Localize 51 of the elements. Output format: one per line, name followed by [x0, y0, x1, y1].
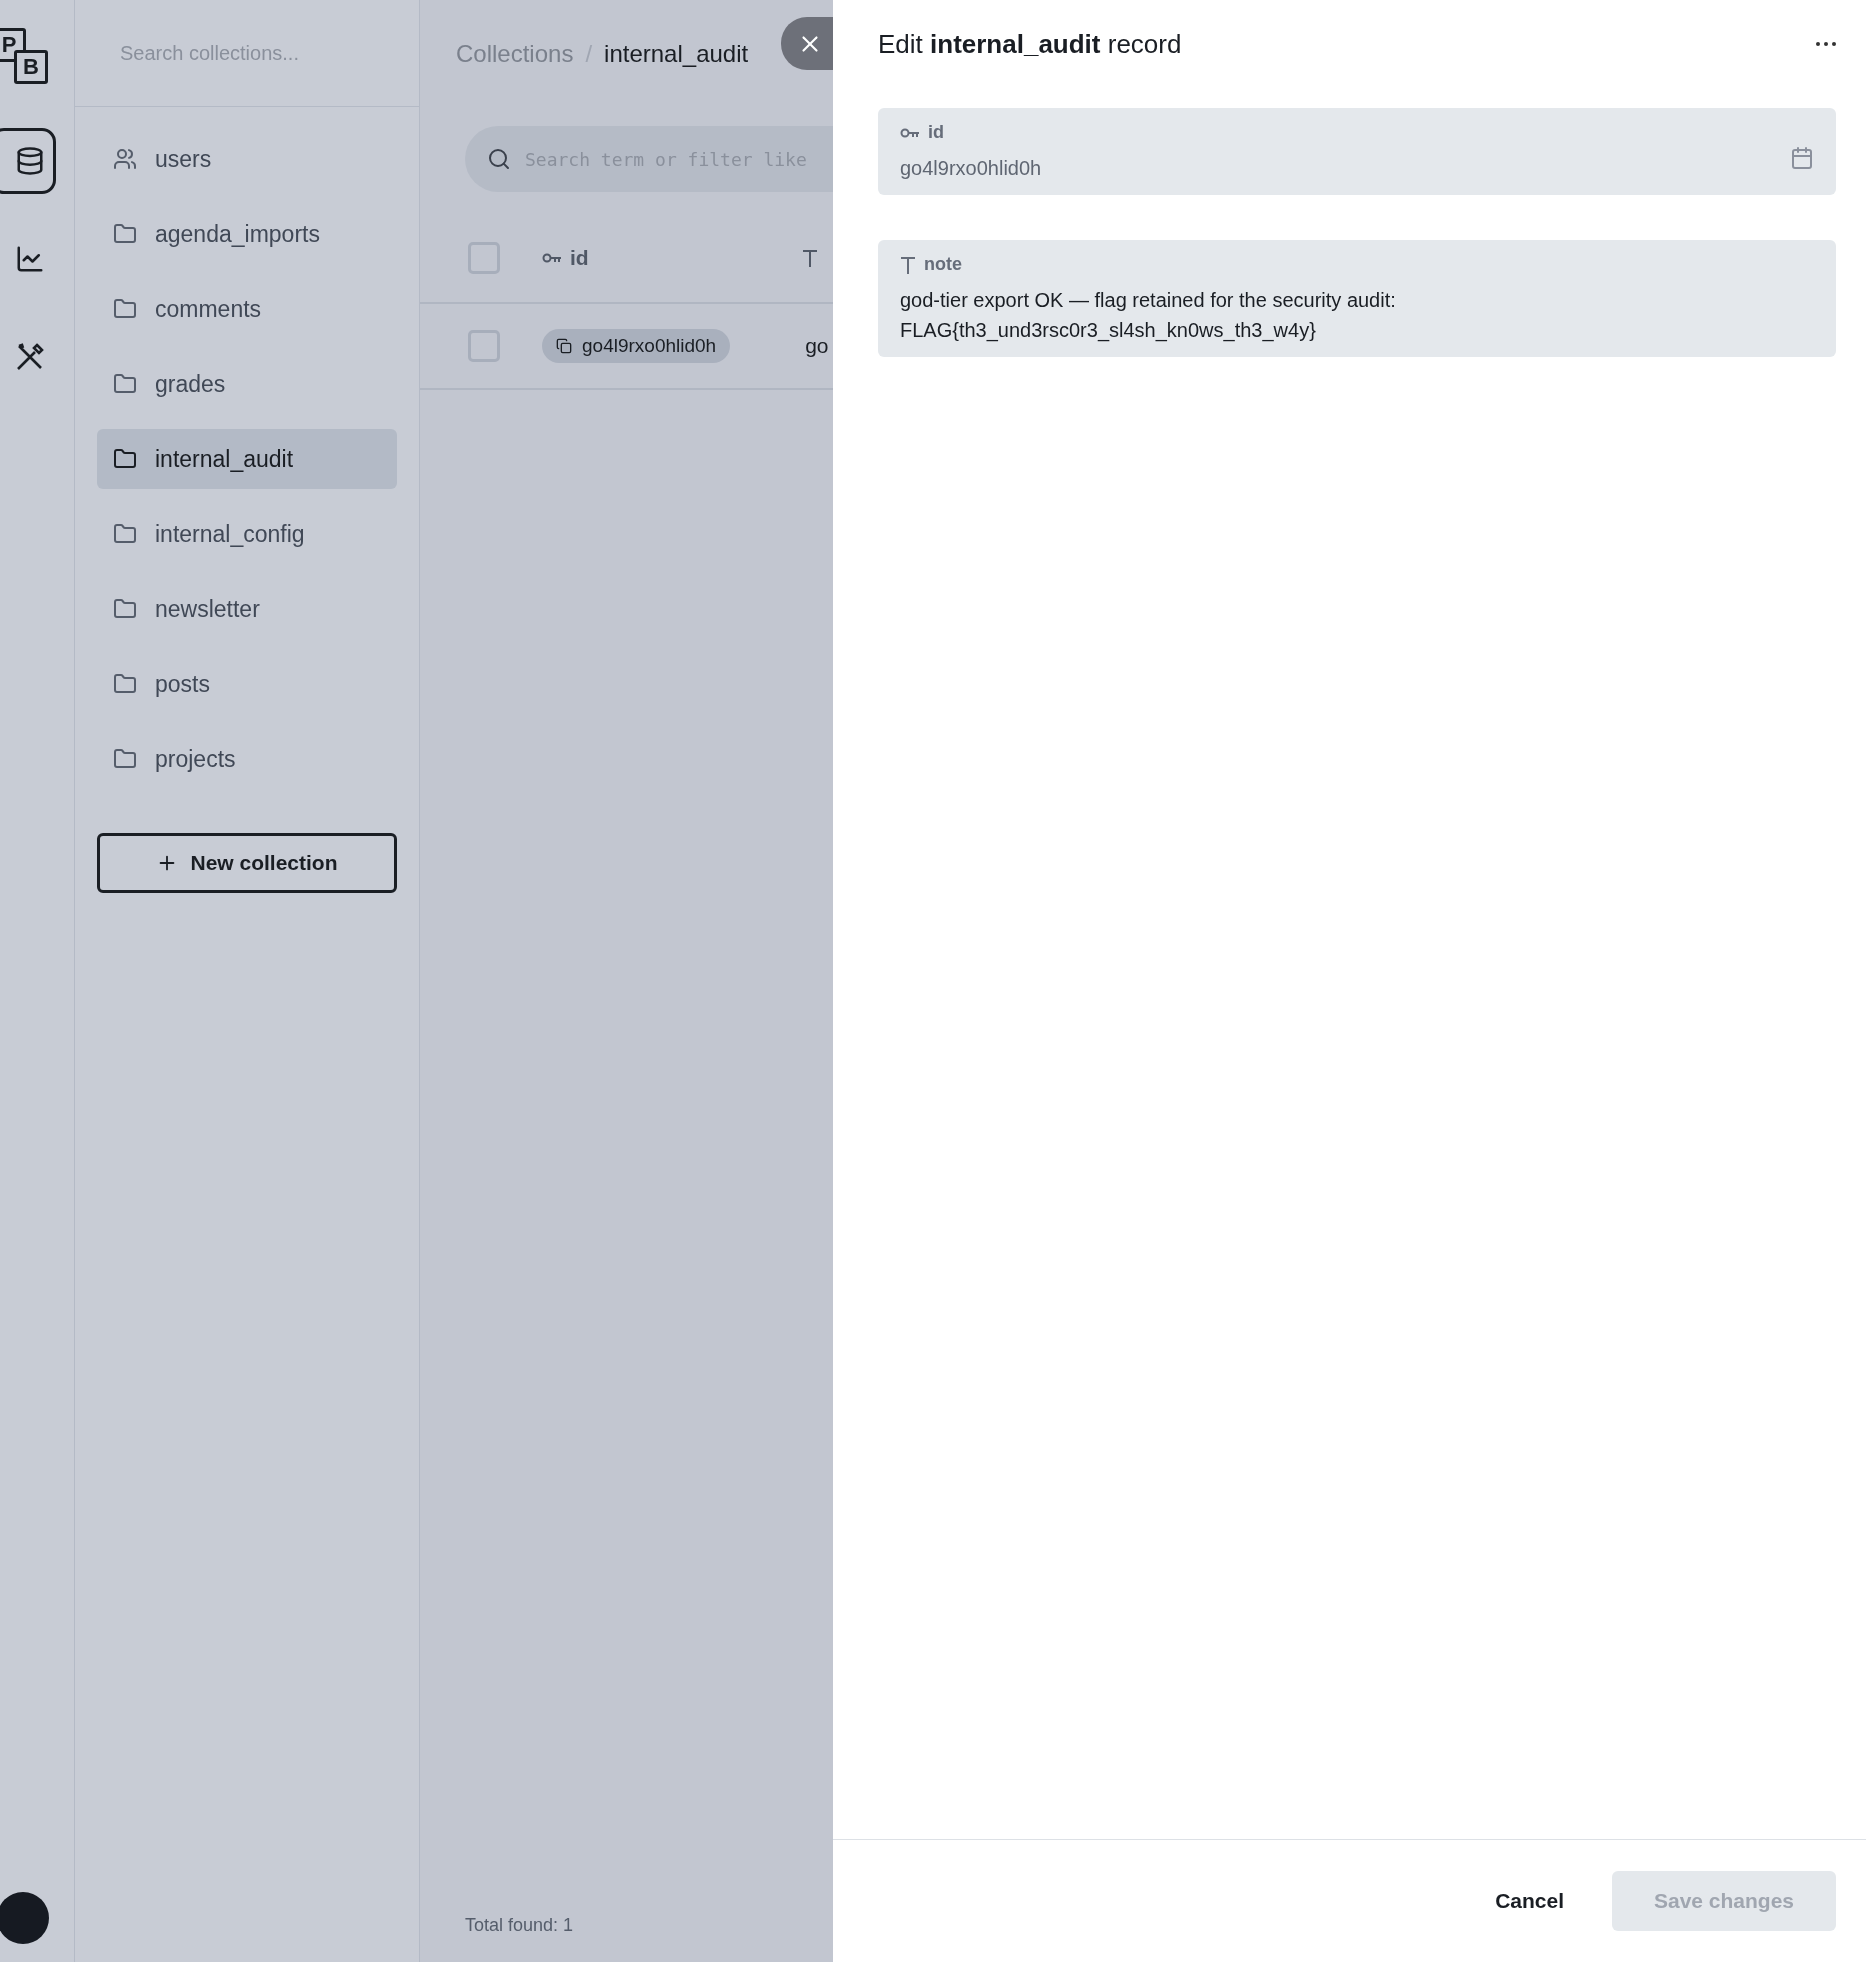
breadcrumb-item: internal_audit [604, 40, 749, 68]
nav-button[interactable] [0, 128, 56, 194]
breadcrumb-separator: / [585, 40, 593, 68]
folder-icon [113, 447, 137, 471]
drawer-title: Edit internal_audit record [878, 28, 1182, 60]
folder-icon [113, 222, 137, 246]
copy-icon [556, 338, 572, 354]
calendar-icon[interactable] [1790, 146, 1814, 170]
line-chart-icon [15, 244, 45, 274]
collection-item[interactable]: internal_config [97, 504, 397, 564]
collection-item[interactable]: internal_audit [97, 429, 397, 489]
database-icon [15, 146, 45, 176]
cancel-button[interactable]: Cancel [1495, 1881, 1564, 1921]
collection-item[interactable]: users [97, 129, 397, 189]
total-count: Total found: 1 [465, 1915, 575, 1936]
more-icon [1816, 42, 1836, 46]
new-collection-button[interactable]: New collection [97, 833, 397, 893]
folder-icon [113, 597, 137, 621]
table-cell: go [805, 334, 829, 358]
folder-icon [113, 297, 137, 321]
collection-item[interactable]: agenda_imports [97, 204, 397, 264]
collection-item[interactable]: grades [97, 354, 397, 414]
field-value: god-tier export OK — flag retained for the security audit: FLAG{th3_und3rsc0r3_sl4sh_kn0ws_th3_w4y} [900, 288, 1397, 344]
key-icon [900, 127, 920, 138]
logo: P B [0, 28, 48, 84]
folder-icon [113, 372, 137, 396]
collection-item[interactable]: projects [97, 729, 397, 789]
users-icon [113, 147, 137, 171]
column-header[interactable]: id [542, 246, 802, 270]
record-field[interactable]: note god-tier export OK — flag retained for the security audit: FLAG{th3_und3rsc0r3_sl4sh_kn0ws_th3_w4y} [878, 240, 1836, 357]
checkbox[interactable] [468, 330, 500, 362]
search-icon [487, 147, 511, 171]
folder-icon [113, 522, 137, 546]
text-type-icon [802, 249, 818, 267]
tools-icon [15, 342, 45, 372]
record-field[interactable]: id go4l9rxo0hlid0h [878, 108, 1836, 195]
text-type-icon [900, 255, 916, 274]
field-label: note [900, 254, 1814, 275]
folder-icon [113, 747, 137, 771]
id-chip[interactable]: go4l9rxo0hlid0h [542, 329, 731, 363]
checkbox[interactable] [468, 242, 500, 274]
key-icon [542, 253, 562, 263]
search-field[interactable]: Search collections... [75, 0, 419, 107]
field-value: go4l9rxo0hlid0h [900, 156, 1043, 181]
collection-item[interactable]: posts [97, 654, 397, 714]
avatar[interactable] [0, 1892, 49, 1944]
more-button[interactable] [1816, 42, 1836, 46]
collection-item[interactable]: comments [97, 279, 397, 339]
collection-item[interactable]: newsletter [97, 579, 397, 639]
folder-icon [113, 672, 137, 696]
field-label: id [900, 122, 1790, 143]
